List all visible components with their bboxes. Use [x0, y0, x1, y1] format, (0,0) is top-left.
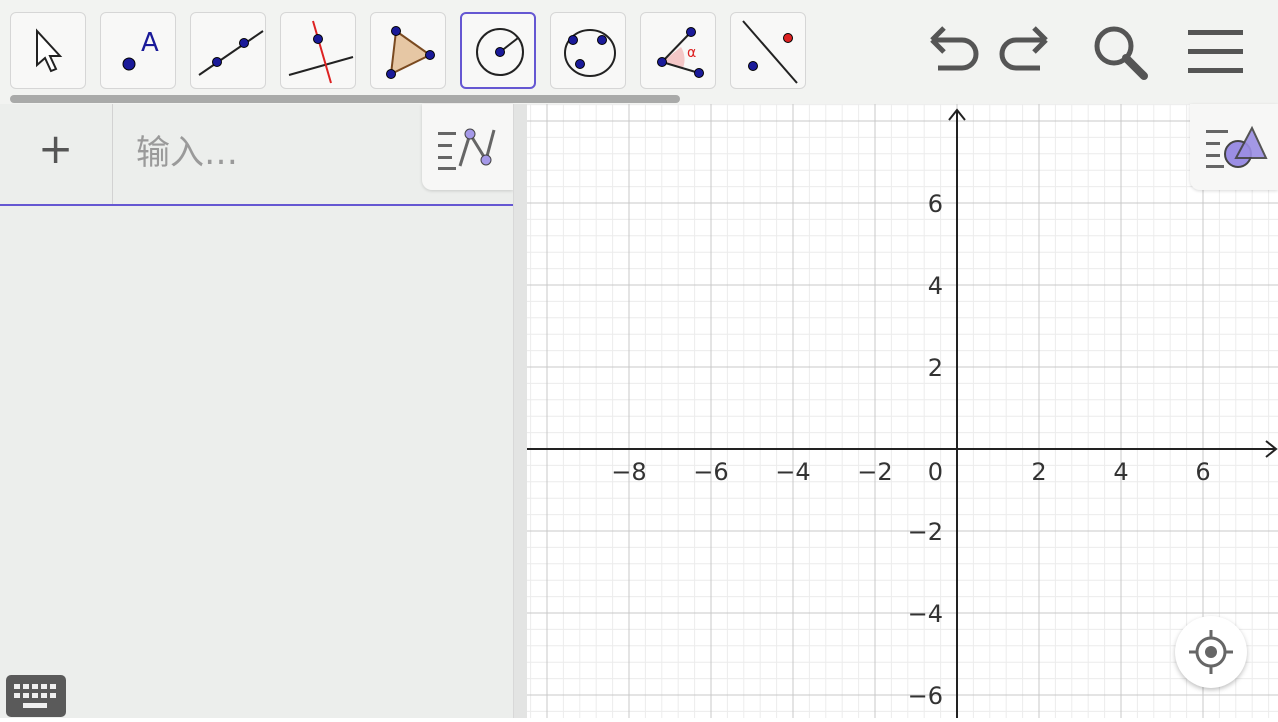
y-tick-label: −2 — [908, 518, 943, 546]
move-tool-button[interactable] — [10, 12, 86, 89]
reflect-about-line-icon — [742, 20, 798, 84]
graphics-style-icon — [1206, 125, 1268, 168]
y-tick-label: 6 — [928, 190, 943, 218]
arrow-cursor-icon — [36, 28, 63, 73]
graphics-view[interactable]: −8 −6 −4 −2 2 4 6 6 4 2 −2 −4 −6 0 — [527, 104, 1278, 718]
circle-center-point-icon — [476, 28, 524, 76]
x-tick-label: 6 — [1195, 458, 1210, 486]
svg-text:A: A — [141, 28, 159, 58]
x-tick-label: −4 — [775, 458, 810, 486]
origin-label: 0 — [928, 458, 943, 486]
panel-splitter[interactable] — [513, 104, 528, 718]
redo-icon — [999, 26, 1048, 71]
circle-center-point-tool-button[interactable] — [460, 12, 536, 89]
angle-tool-button[interactable]: α — [640, 12, 716, 89]
algebra-input[interactable]: 输入… — [136, 128, 396, 178]
search-button[interactable] — [1090, 22, 1150, 82]
polygon-icon — [386, 26, 435, 79]
undo-icon — [930, 26, 979, 71]
y-tick-label: −6 — [908, 682, 943, 710]
x-tick-label: −6 — [693, 458, 728, 486]
y-tick-label: −4 — [908, 600, 943, 628]
add-label: + — [38, 124, 74, 173]
x-tick-label: 4 — [1113, 458, 1128, 486]
keyboard-icon — [14, 684, 56, 708]
circle-three-points-icon — [564, 29, 616, 77]
crosshair-icon — [1189, 630, 1233, 674]
circle-three-points-tool-button[interactable] — [550, 12, 626, 89]
graphics-style-button[interactable] — [1190, 104, 1278, 190]
angle-icon: α — [657, 27, 704, 78]
y-tick-label: 4 — [928, 272, 943, 300]
polygon-tool-button[interactable] — [370, 12, 446, 89]
reflect-tool-button[interactable] — [730, 12, 806, 89]
undo-button[interactable] — [922, 22, 982, 82]
toolbar: A α — [0, 0, 1278, 104]
line-tool-button[interactable] — [190, 12, 266, 89]
algebra-style-button[interactable] — [422, 104, 513, 190]
x-tick-label: 2 — [1031, 458, 1046, 486]
algebra-graph-style-icon — [438, 128, 496, 170]
point-icon: A — [122, 28, 159, 71]
x-tick-label: −2 — [857, 458, 892, 486]
perpendicular-line-icon — [288, 20, 354, 84]
algebra-panel: + 输入… — [0, 104, 513, 718]
input-underline — [0, 204, 513, 206]
perpendicular-line-tool-button[interactable] — [280, 12, 356, 89]
keyboard-button[interactable] — [6, 675, 66, 717]
menu-button[interactable] — [1186, 22, 1246, 82]
line-through-points-icon — [198, 30, 264, 76]
add-item-button[interactable]: + — [0, 104, 113, 204]
search-icon — [1094, 26, 1148, 80]
x-tick-label: −8 — [611, 458, 646, 486]
point-tool-button[interactable]: A — [100, 12, 176, 89]
svg-text:α: α — [687, 45, 696, 61]
menu-icon — [1188, 30, 1243, 73]
toolbar-scrollbar[interactable] — [10, 95, 680, 103]
y-tick-label: 2 — [928, 354, 943, 382]
coordinate-grid: −8 −6 −4 −2 2 4 6 6 4 2 −2 −4 −6 0 — [527, 104, 1278, 718]
standard-view-button[interactable] — [1175, 616, 1247, 688]
redo-button[interactable] — [996, 22, 1056, 82]
